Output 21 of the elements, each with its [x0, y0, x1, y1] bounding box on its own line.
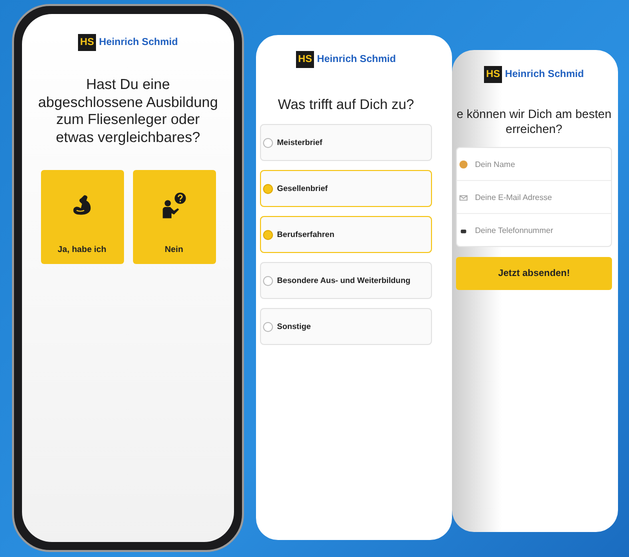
- option-item[interactable]: Gesellenbrief: [260, 170, 432, 207]
- answer-button[interactable]: Ja, habe ich: [40, 170, 124, 264]
- mail-icon: [459, 192, 468, 202]
- input-field[interactable]: Deine E-Mail Adresse: [473, 192, 602, 202]
- option-item[interactable]: Sonstige: [260, 308, 432, 345]
- input-field[interactable]: Dein Name: [473, 158, 602, 170]
- logo-badge: HS: [484, 66, 502, 83]
- answer-button[interactable]: Nein: [132, 170, 216, 264]
- brand-name: Heinrich Schmid: [317, 54, 396, 65]
- option-item[interactable]: Meisterbrief: [260, 124, 432, 161]
- brand-name: Heinrich Schmid: [505, 69, 584, 80]
- option-item[interactable]: Besondere Aus- und Weiterbildung: [260, 262, 432, 299]
- submit-button[interactable]: Jetzt absenden!: [456, 257, 612, 290]
- question-title: Hast Du eine abgeschlossene Ausbildung zum Fliesenleger oder etwas vergleichbares?: [38, 77, 218, 148]
- question-title: Was trifft auf Dich zu?: [276, 96, 416, 112]
- logo-badge: HS: [78, 34, 96, 51]
- option-item[interactable]: Berufserfahren: [260, 216, 432, 253]
- brand-name: Heinrich Schmid: [99, 37, 178, 48]
- question-title: e können wir Dich am besten erreichen?: [456, 107, 612, 137]
- input-field[interactable]: Deine Telefonnummer: [473, 224, 602, 236]
- logo-badge: HS: [296, 51, 314, 68]
